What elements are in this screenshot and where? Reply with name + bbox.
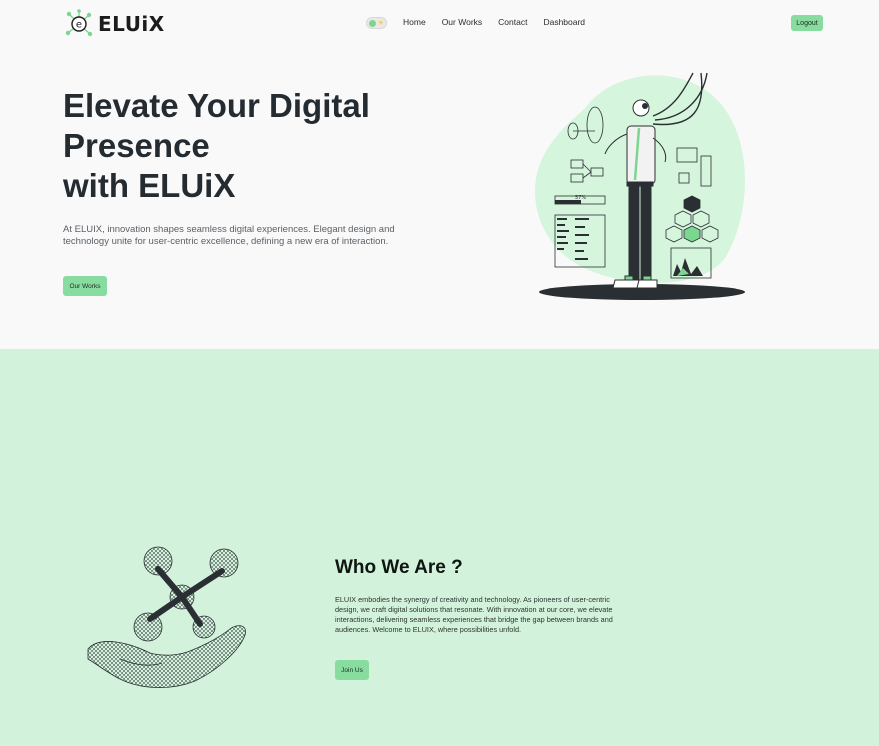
about-section: Who We Are ? ELUIX embodies the synergy … xyxy=(0,349,879,746)
top-navbar: e ELUiX ☀ Home Our Works Contact Dashboa… xyxy=(0,0,879,48)
nav-link-contact[interactable]: Contact xyxy=(498,17,527,27)
brand-name: ELUiX xyxy=(98,12,165,36)
logout-button[interactable]: Logout xyxy=(791,15,823,31)
sun-icon: ☀ xyxy=(377,20,384,27)
join-us-button[interactable]: Join Us xyxy=(335,660,369,680)
brand-logo[interactable]: e ELUiX xyxy=(64,9,165,39)
about-title: Who We Are ? xyxy=(335,557,463,578)
our-works-button[interactable]: Our Works xyxy=(63,276,107,296)
toggle-knob xyxy=(369,20,376,27)
svg-text:e: e xyxy=(76,20,82,31)
hero-title-line: Presence xyxy=(63,127,210,164)
theme-toggle[interactable]: ☀ xyxy=(366,17,387,29)
nav-link-home[interactable]: Home xyxy=(403,17,426,27)
about-description: ELUIX embodies the synergy of creativity… xyxy=(335,595,613,634)
hero-title: Elevate Your Digital Presence with ELUiX xyxy=(63,86,443,206)
nav-links: Home Our Works Contact Dashboard xyxy=(403,17,585,27)
hero-title-line: Elevate Your Digital xyxy=(63,87,370,124)
nav-link-our-works[interactable]: Our Works xyxy=(442,17,482,27)
hero-title-line: with ELUiX xyxy=(63,167,236,204)
hero-illustration: 57% xyxy=(535,72,745,300)
molecule-logo-icon: e xyxy=(65,9,93,37)
nav-link-dashboard[interactable]: Dashboard xyxy=(543,17,585,27)
hand-molecule-illustration xyxy=(87,546,246,688)
hero-description: At ELUIX, innovation shapes seamless dig… xyxy=(63,224,395,247)
